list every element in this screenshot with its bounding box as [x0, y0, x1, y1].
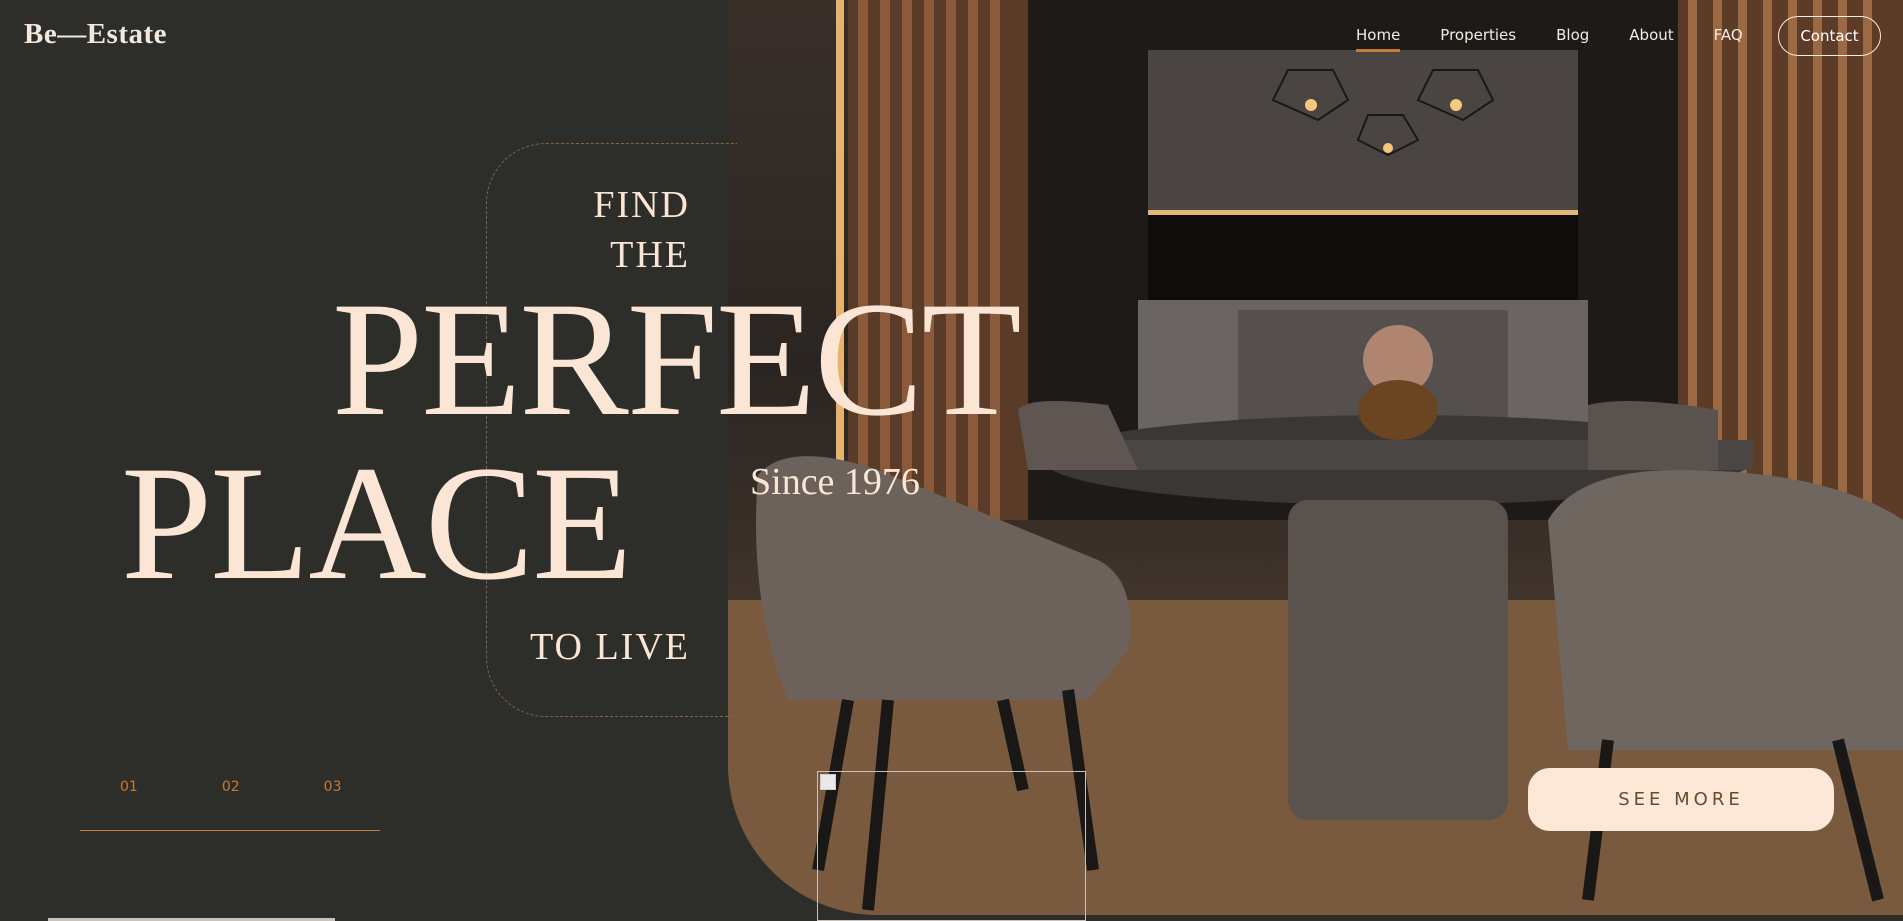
slide-indicator-2[interactable]: 02 [222, 779, 240, 795]
nav-home[interactable]: Home [1356, 26, 1401, 52]
headline-find: FIND [593, 184, 690, 226]
broken-image-placeholder [817, 771, 1086, 921]
slide-indicator-1[interactable]: 01 [120, 779, 138, 795]
headline-to-live: TO LIVE [530, 626, 690, 668]
headline-perfect: PERFECT [332, 269, 1022, 450]
nav-blog[interactable]: Blog [1556, 26, 1589, 44]
see-more-button[interactable]: SEE MORE [1528, 768, 1834, 831]
logo[interactable]: Be—Estate [24, 18, 167, 51]
headline-place: PLACE [121, 433, 632, 614]
contact-button[interactable]: Contact [1778, 16, 1881, 56]
slide-indicators: 01 02 03 [120, 779, 425, 795]
slide-progress-line [80, 830, 380, 831]
main-nav: Home Properties Blog About FAQ [1356, 26, 1783, 52]
nav-properties[interactable]: Properties [1440, 26, 1516, 44]
since-text: Since 1976 [750, 461, 920, 503]
slide-indicator-3[interactable]: 03 [324, 779, 342, 795]
nav-about[interactable]: About [1629, 26, 1673, 44]
nav-faq[interactable]: FAQ [1714, 26, 1743, 44]
